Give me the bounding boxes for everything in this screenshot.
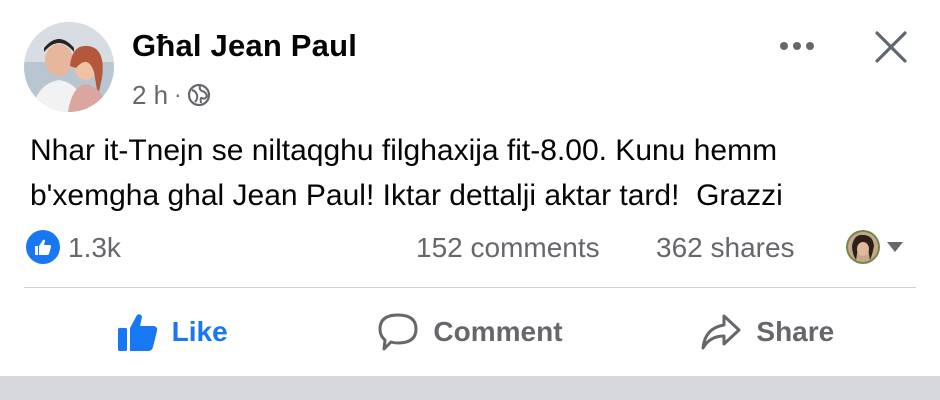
caret-down-icon[interactable] <box>886 240 904 254</box>
like-reaction-icon[interactable] <box>26 230 60 264</box>
stats-divider <box>24 287 916 288</box>
facebook-post: Għal Jean Paul 2 h · Nhar it-Tnejn se ni… <box>0 0 940 400</box>
share-label: Share <box>756 316 835 347</box>
author-avatar[interactable] <box>24 22 114 112</box>
more-dots-icon <box>780 42 814 50</box>
post-stats: 1.3k 152 comments 362 shares <box>24 226 914 268</box>
author-name[interactable]: Għal Jean Paul <box>132 28 357 64</box>
comment-label: Comment <box>433 316 563 347</box>
post-timestamp[interactable]: 2 h <box>132 80 168 111</box>
thumbs-up-icon <box>117 314 157 351</box>
like-button[interactable]: Like <box>24 296 321 368</box>
comment-button[interactable]: Comment <box>321 296 618 368</box>
share-icon <box>701 314 741 350</box>
close-button[interactable] <box>866 22 916 72</box>
reaction-count[interactable]: 1.3k <box>68 232 121 264</box>
more-options-button[interactable] <box>772 26 822 66</box>
like-label: Like <box>171 316 228 347</box>
post-meta: 2 h · <box>132 80 211 110</box>
viewer-avatar[interactable] <box>846 230 880 264</box>
globe-icon[interactable] <box>187 83 211 107</box>
shares-count[interactable]: 362 shares <box>656 232 795 264</box>
comment-icon <box>378 313 418 351</box>
meta-separator: · <box>174 82 182 107</box>
comments-count[interactable]: 152 comments <box>416 232 600 264</box>
feed-separator <box>0 376 940 400</box>
share-button[interactable]: Share <box>619 296 916 368</box>
post-text: Nhar it-Tnejn se niltaqghu filghaxija fi… <box>30 134 783 212</box>
post-actions: Like Comment Share <box>24 296 916 368</box>
close-icon <box>875 31 907 63</box>
